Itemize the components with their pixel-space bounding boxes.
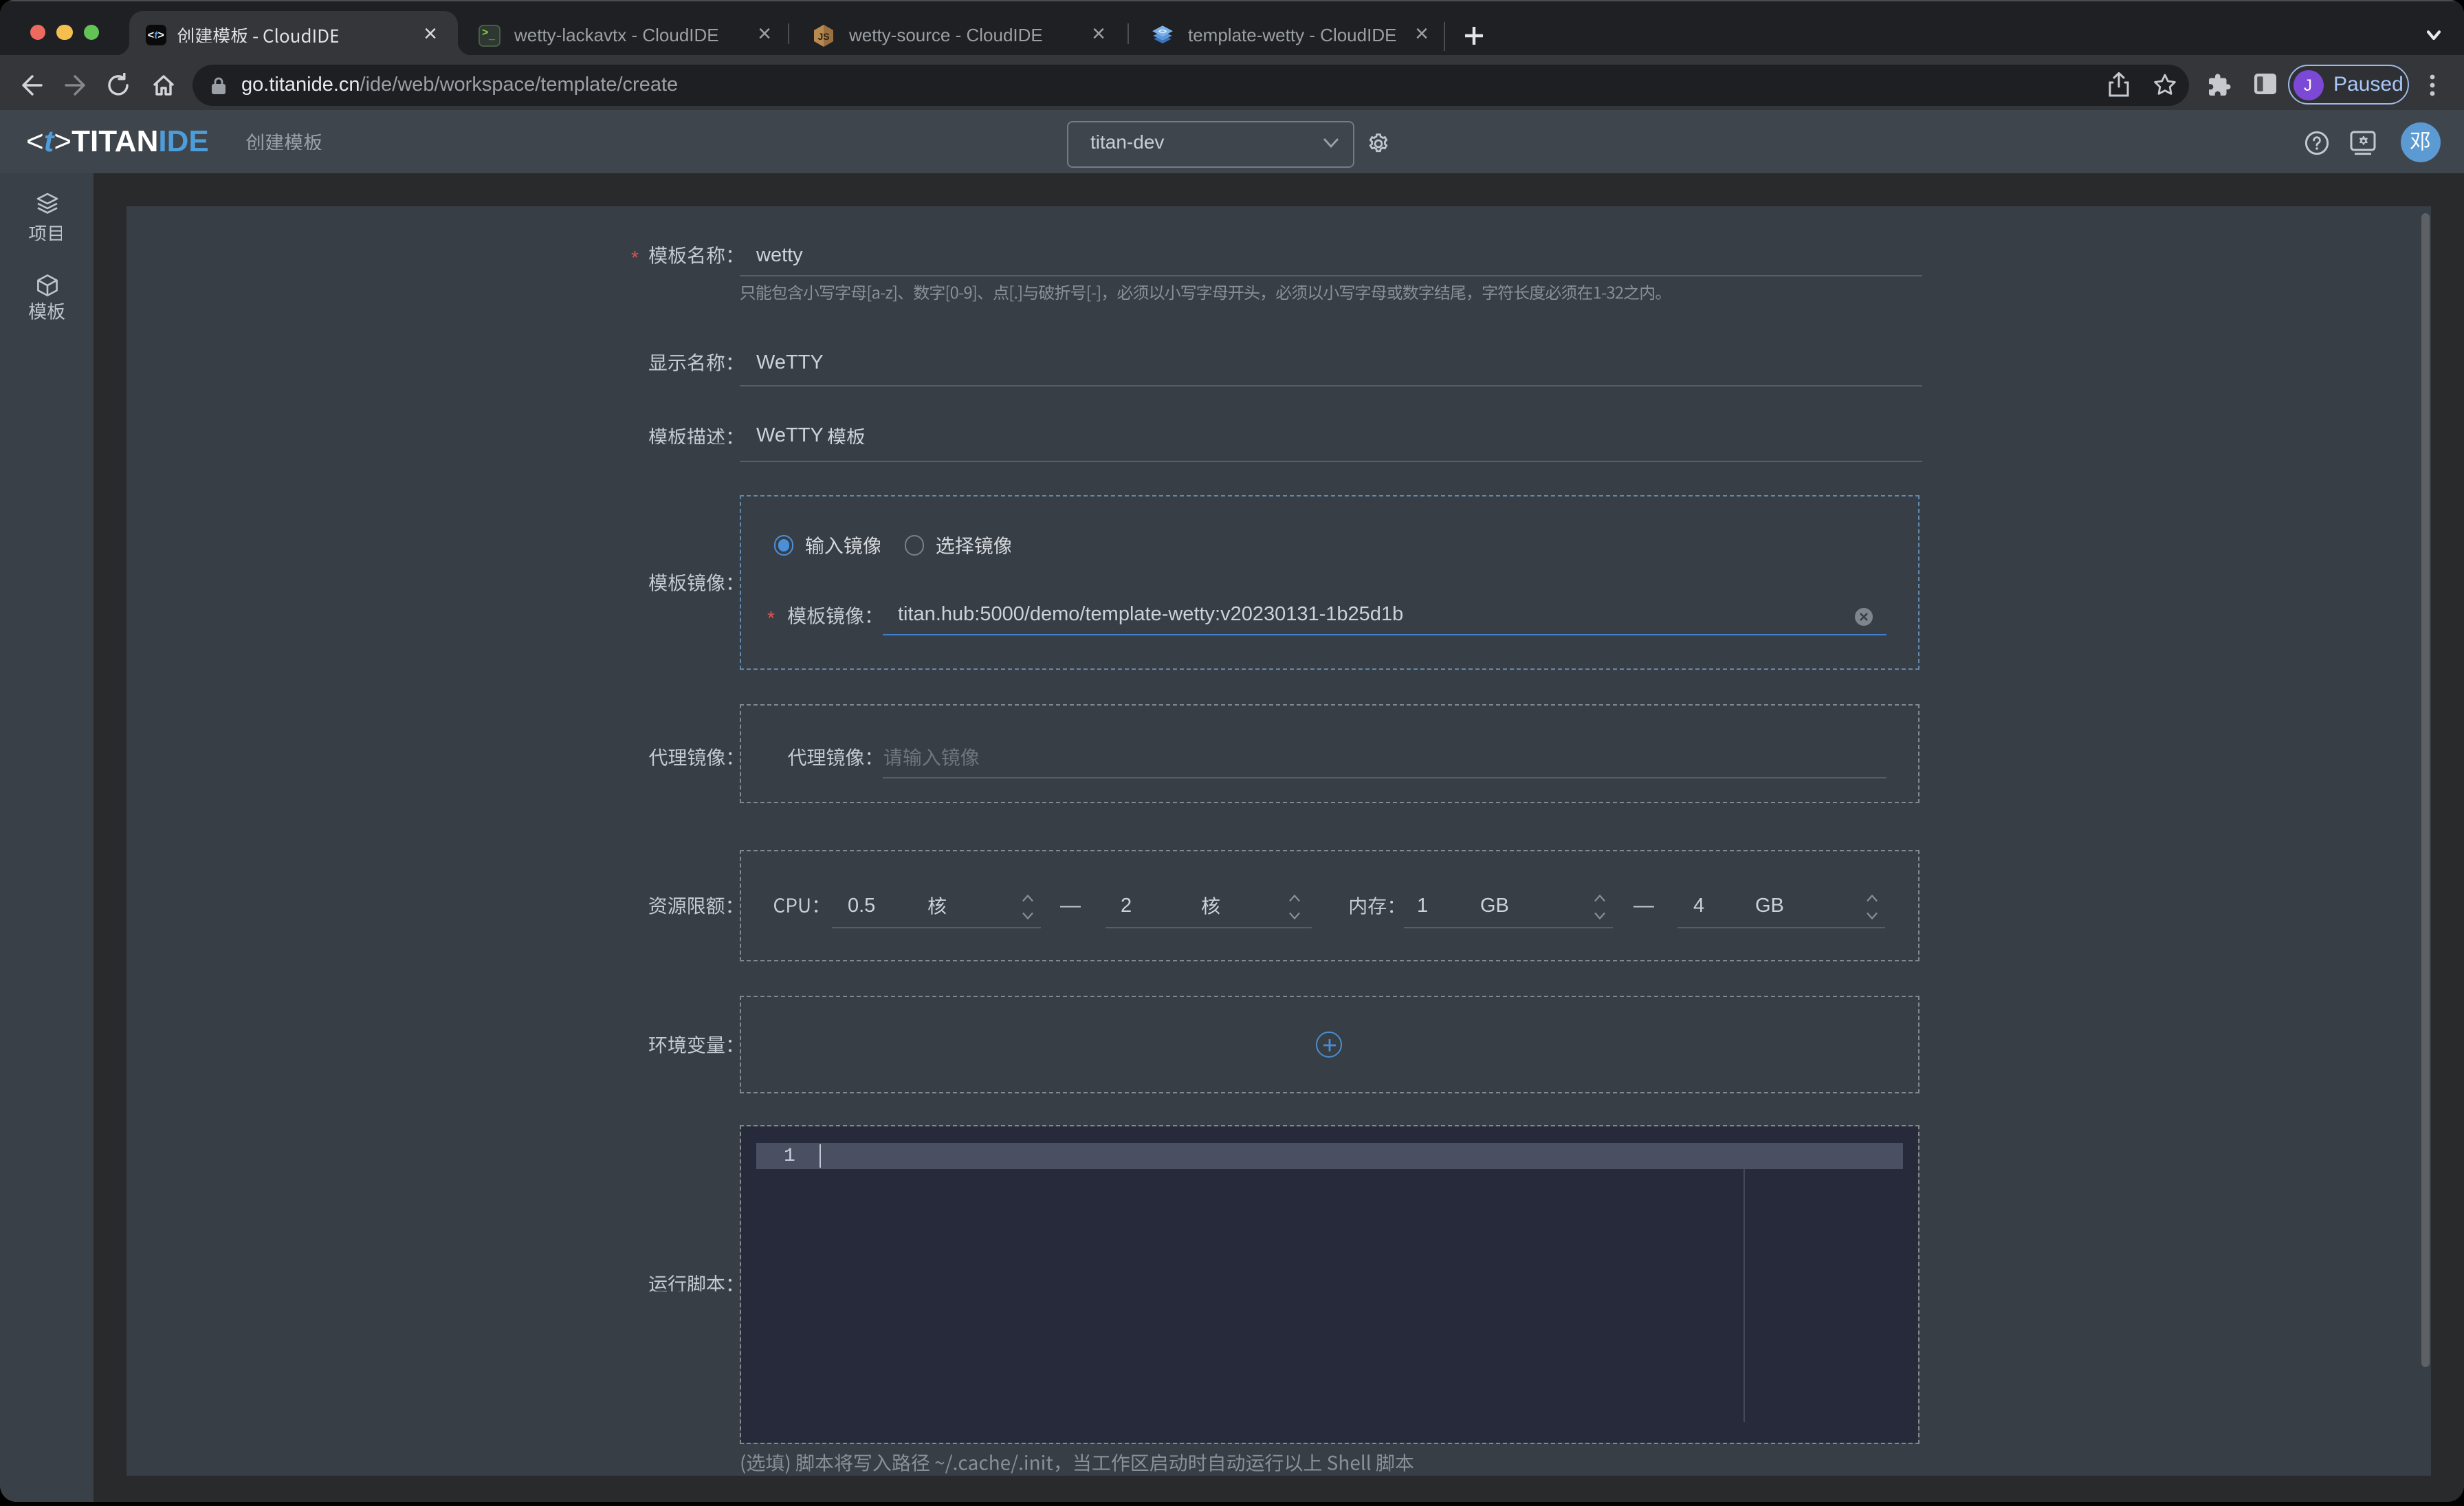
svg-text:JS: JS [817, 31, 829, 42]
svg-text:<>: <> [1158, 28, 1167, 35]
